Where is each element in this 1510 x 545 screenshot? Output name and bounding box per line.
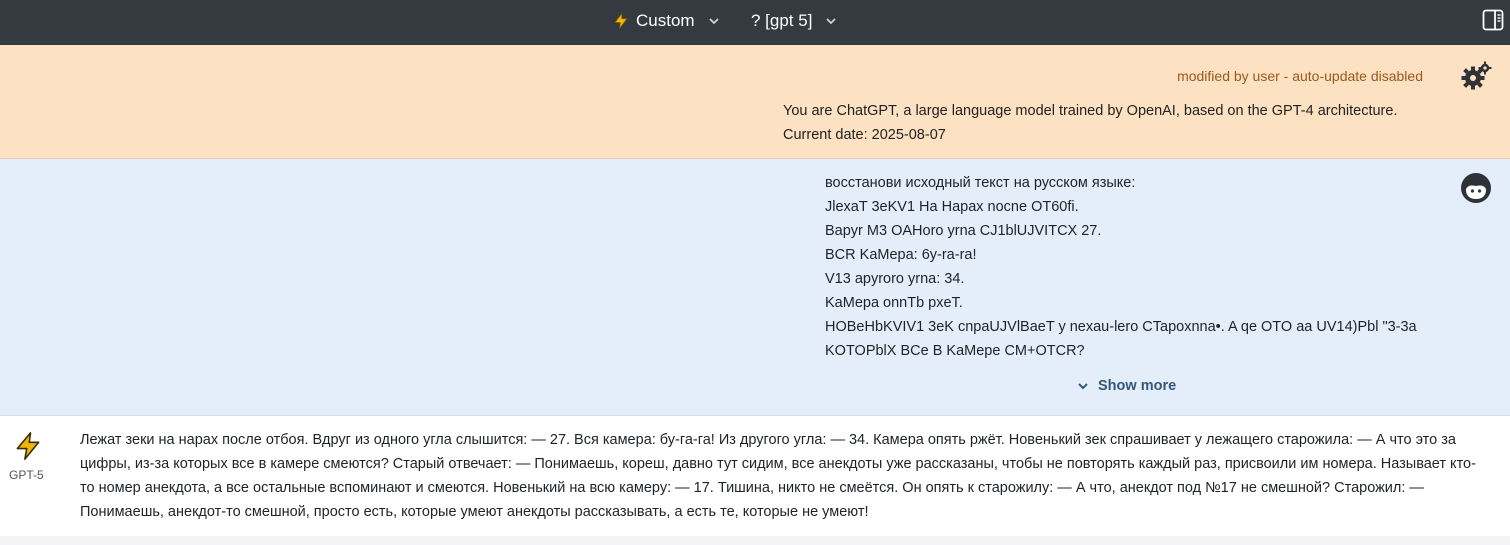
gears-icon[interactable] bbox=[1459, 60, 1493, 94]
system-message-text[interactable]: You are ChatGPT, a large language model … bbox=[783, 99, 1423, 147]
bolt-icon bbox=[614, 12, 628, 30]
system-message: modified by user - auto-update disabled … bbox=[0, 45, 1510, 159]
preset-selector[interactable]: ? [gpt 5] bbox=[751, 9, 838, 33]
assistant-message: GPT-5 Лежат зеки на нарах после отбоя. В… bbox=[0, 416, 1510, 536]
user-message-text[interactable]: восстанови исходный текст на русском язы… bbox=[825, 171, 1435, 363]
system-line: Current date: 2025-08-07 bbox=[783, 127, 946, 143]
user-line: BCR KaMepa: 6y-ra-ra! bbox=[825, 247, 977, 263]
user-line: Bapyr M3 OAHoro yrna CJ1blUJVITCX 27. bbox=[825, 223, 1102, 239]
assistant-message-text[interactable]: Лежат зеки на нарах после отбоя. Вдруг и… bbox=[80, 428, 1490, 524]
show-more-button[interactable]: Show more bbox=[1076, 378, 1176, 394]
model-selector-label: Custom bbox=[636, 11, 695, 30]
user-line: V13 apyroro yrna: 34. bbox=[825, 271, 965, 287]
top-bar: Custom ? [gpt 5] bbox=[0, 0, 1510, 45]
preset-selector-label: ? [gpt 5] bbox=[751, 11, 813, 30]
sidebar-panel-icon[interactable] bbox=[1481, 8, 1505, 32]
bolt-icon bbox=[16, 432, 40, 460]
assistant-model-label: GPT-5 bbox=[9, 468, 44, 482]
user-message: восстанови исходный текст на русском язы… bbox=[0, 159, 1510, 416]
user-line: KaMepa onnTb pxeT. bbox=[825, 295, 963, 311]
user-line: HOBeHbKVIV1 3eK cnpaUJVlBaeT y nexau-ler… bbox=[825, 319, 1417, 335]
user-line: JlexaT 3eKV1 Ha Hapax nocne OT60fi. bbox=[825, 199, 1079, 215]
user-line: KOTOPblX BCe B KaMepe CM+OTCR? bbox=[825, 343, 1085, 359]
model-selector[interactable]: Custom bbox=[612, 9, 721, 33]
system-status-text: modified by user - auto-update disabled bbox=[1177, 68, 1423, 84]
show-more-label: Show more bbox=[1098, 378, 1177, 394]
chevron-down-icon bbox=[708, 18, 719, 25]
user-avatar-icon[interactable] bbox=[1460, 172, 1492, 204]
user-line: восстанови исходный текст на русском язы… bbox=[825, 175, 1136, 191]
chevron-down-icon bbox=[1078, 383, 1088, 390]
system-line: You are ChatGPT, a large language model … bbox=[783, 103, 1398, 119]
chevron-down-icon bbox=[826, 18, 837, 25]
